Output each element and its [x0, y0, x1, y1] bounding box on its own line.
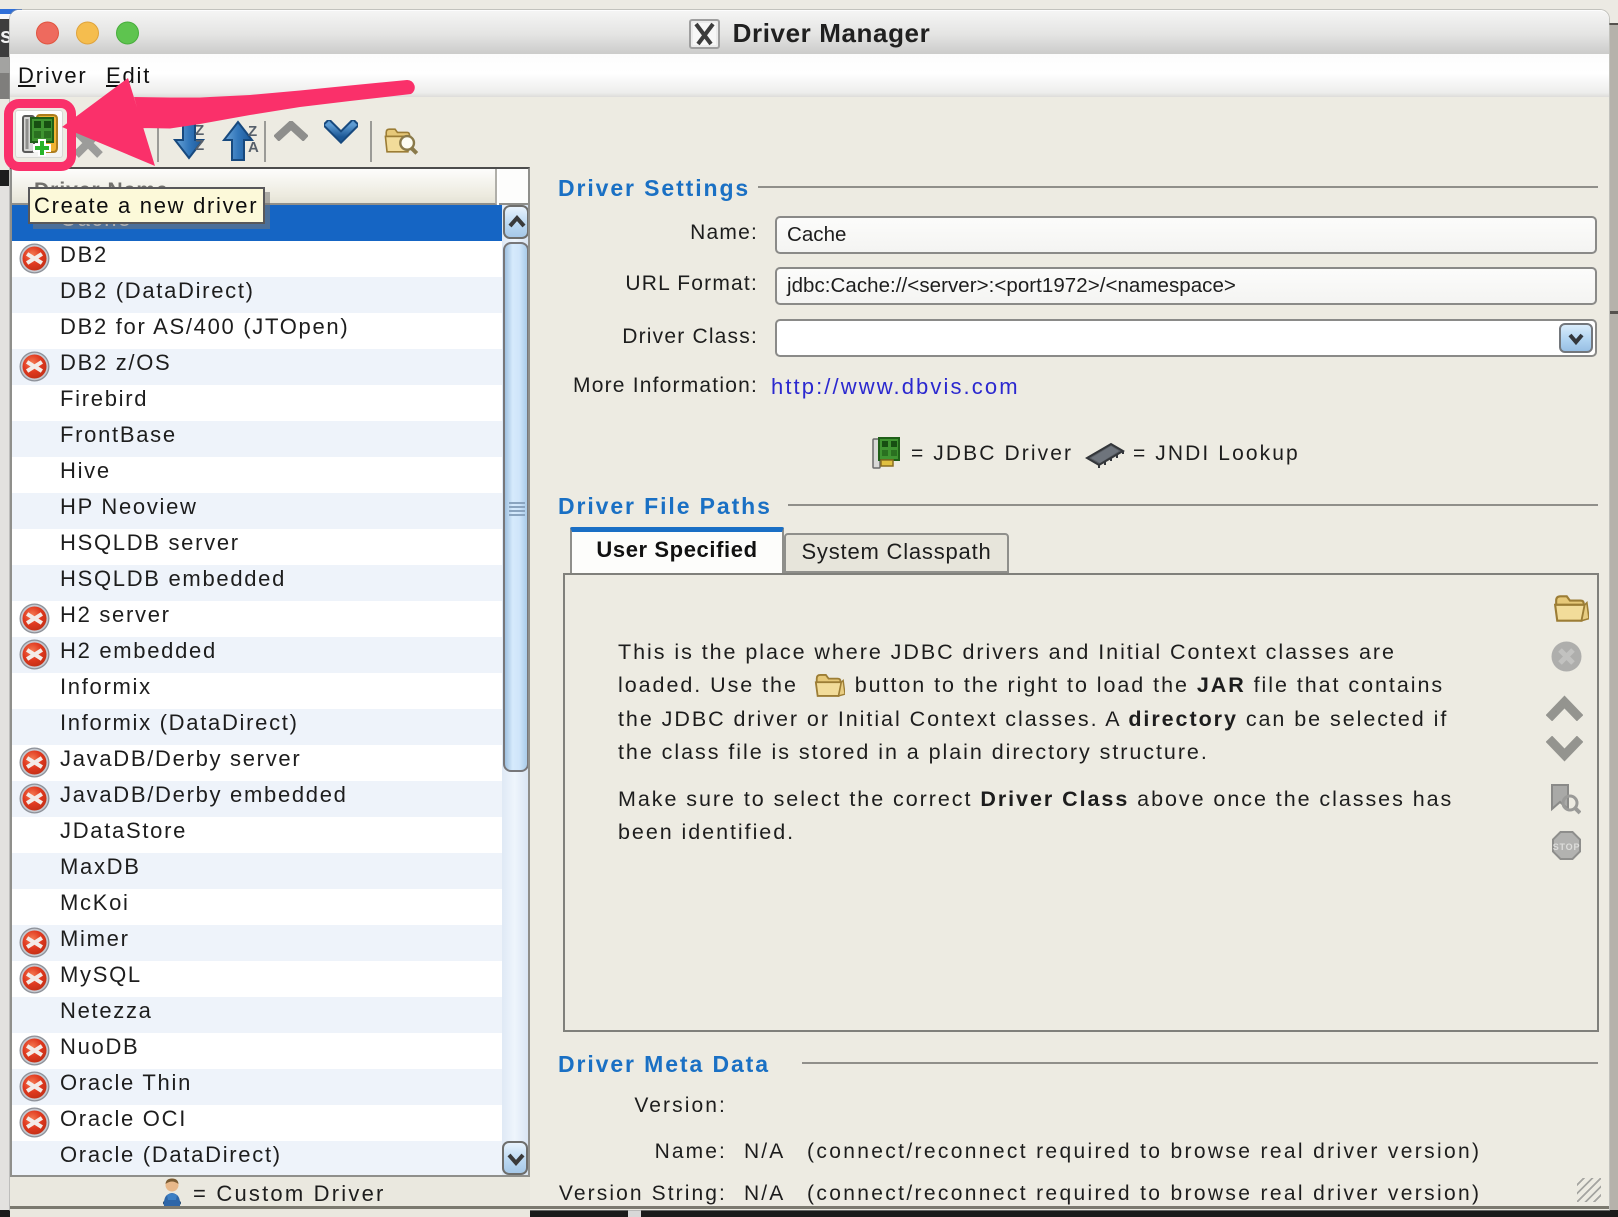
svg-text:STOP: STOP — [1553, 842, 1581, 852]
